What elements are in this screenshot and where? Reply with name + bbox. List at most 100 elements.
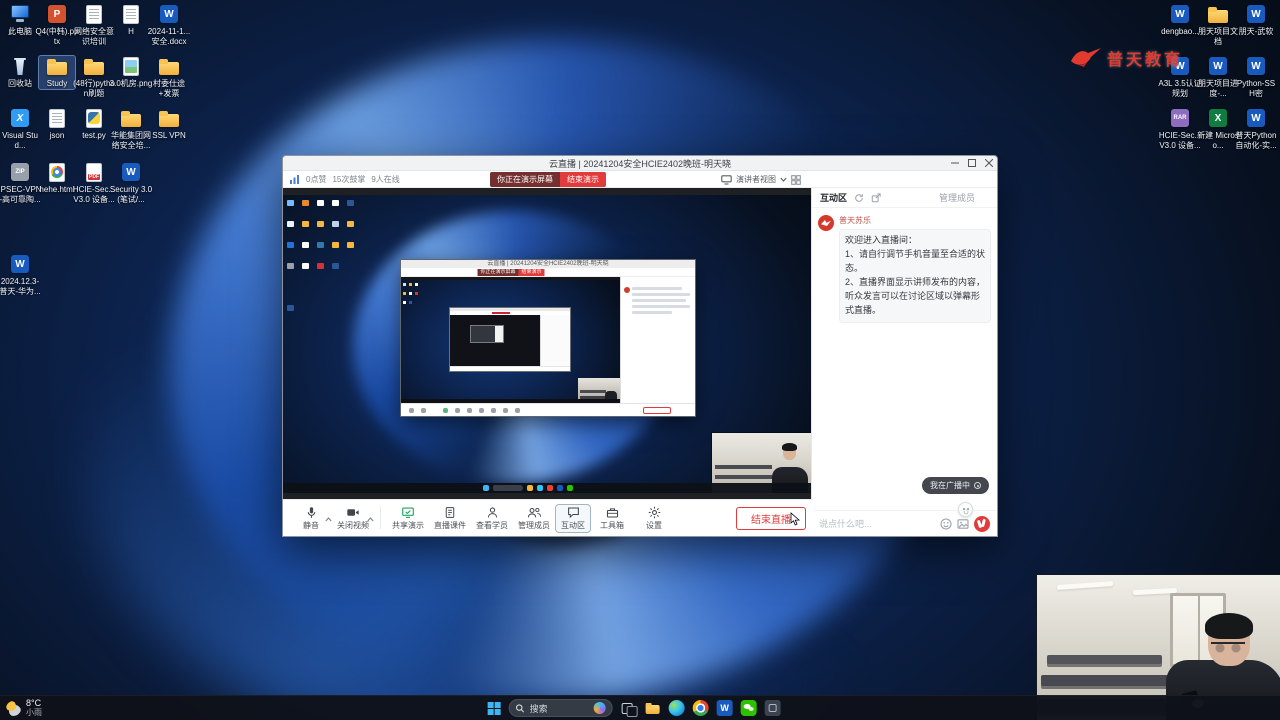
desktop-icon-hcie-pdf[interactable]: HCIE-Sec... V3.0 设备... [73, 162, 115, 204]
wechat-app-button[interactable] [740, 700, 757, 716]
decoration [632, 293, 690, 296]
desktop-icon-invoice-folder[interactable]: 村委仕途+发票 [151, 56, 187, 98]
task-view-button[interactable] [621, 700, 638, 717]
applause-button[interactable] [974, 515, 990, 532]
desktop-icon-security-training[interactable]: 网络安全意识培训 [74, 4, 114, 46]
popout-icon[interactable] [871, 192, 881, 203]
camera-icon [347, 508, 359, 516]
desktop-icon-ssl-vpn[interactable]: SSL VPN [151, 108, 187, 141]
text-file-icon [119, 4, 143, 25]
interaction-label: 互动区 [561, 520, 585, 530]
desktop-icon-html[interactable]: hehe.html [39, 162, 75, 195]
pinned-app-button[interactable] [764, 700, 781, 716]
desktop-icon-ipsec-zip[interactable]: IPSEC-VPN-高可靠陶... [0, 162, 42, 204]
settings-label: 设置 [646, 520, 662, 530]
view-students-button[interactable]: 查看学员 [471, 506, 513, 531]
icon-label: Security 3.0 (笔试/... [109, 185, 153, 204]
search-highlights-icon [593, 702, 606, 714]
minimize-button[interactable] [946, 156, 963, 171]
nested-presenting-banner: 你正在演示屏幕 结束演示 [477, 269, 545, 276]
view-mode-selector[interactable]: 演讲者视图 [721, 171, 801, 188]
html-file-icon [45, 162, 69, 183]
layout-grid-icon[interactable] [791, 174, 801, 185]
mute-button[interactable]: 静音 [290, 506, 332, 531]
folder-icon [45, 56, 69, 77]
desktop-icon-png[interactable]: 3.0机房.png [110, 56, 152, 89]
icon-label: 2024.12.3-普天-华为... [0, 277, 41, 296]
chat-input-placeholder[interactable]: 说点什么吧... [819, 517, 935, 530]
chat-input-bar[interactable]: 说点什么吧... [812, 510, 997, 536]
word-file-icon [157, 4, 181, 25]
file-explorer-button[interactable] [645, 700, 661, 716]
decoration [470, 325, 504, 343]
desktop-icon-new-excel[interactable]: 新建 Microso... [1197, 108, 1239, 150]
desktop-icon-recycle-bin[interactable]: 回收站 [2, 56, 38, 89]
desktop-icon-this-pc[interactable]: 此电脑 [2, 4, 38, 37]
taskbar-search[interactable]: 搜索 [508, 699, 613, 717]
desktop-icon-wuruan[interactable]: 朋天-武软 [1238, 4, 1274, 37]
chevron-up-icon[interactable] [367, 509, 374, 527]
pdf-file-icon [82, 162, 106, 183]
nested-banner-text: 你正在演示屏幕 [477, 269, 519, 276]
smiley-icon[interactable] [940, 517, 952, 530]
refresh-icon[interactable] [854, 193, 864, 203]
decoration [450, 315, 570, 366]
desktop-icon-project-progress[interactable]: 朋天项目进度-... [1198, 56, 1238, 98]
desktop-icon-python-folder[interactable]: (48行)python刷题 [73, 56, 115, 98]
edge-browser-button[interactable] [668, 700, 685, 716]
tab-interaction[interactable]: 互动区 [820, 191, 847, 204]
maximize-button[interactable] [963, 156, 980, 171]
camera-off-button[interactable]: 关闭视频 [332, 506, 374, 531]
folder-icon [1206, 4, 1230, 25]
classroom-desk [1047, 655, 1162, 664]
chat-panel: 互动区 管理成员 普天苏乐 欢迎进入直播间： 1、请自行调节手机音量至合适的状态… [811, 188, 997, 536]
desktop-icon-hcie-rar[interactable]: HCIE-Sec... V3.0 设备... [1159, 108, 1201, 150]
chat-message-content: 普天苏乐 欢迎进入直播间： 1、请自行调节手机音量至合适的状态。 2、直播界面显… [839, 215, 991, 323]
folder-icon [119, 108, 143, 129]
desktop-icon-pptx[interactable]: Q4(中韩).pptx [35, 4, 79, 46]
desktop-icon-project-docs[interactable]: 朋天项目文档 [1198, 4, 1238, 46]
desktop-icon-test-py[interactable]: test.py [76, 108, 112, 141]
word-app-button[interactable]: W [716, 700, 733, 716]
desktop-icon-h[interactable]: H [113, 4, 149, 37]
share-presentation-button[interactable]: 共享演示 [387, 506, 429, 531]
start-button[interactable] [487, 701, 501, 715]
word-file-icon [1244, 56, 1268, 77]
close-button[interactable] [980, 156, 997, 171]
desktop-icon-json[interactable]: json [39, 108, 75, 141]
nested-window-title: 云直播 | 20241204安全HCIE2402晚班-明天晓 [401, 260, 695, 268]
desktop-icon-study-folder[interactable]: Study [38, 55, 76, 90]
desktop-icon-python-ssh[interactable]: Python-SSH密 [1237, 56, 1275, 98]
courseware-label: 直播课件 [434, 520, 466, 530]
tab-manage-members[interactable]: 管理成员 [939, 191, 975, 204]
shared-screen-preview: 云直播 | 20241204安全HCIE2402晚班-明天晓 你正在演示屏幕 结… [283, 195, 813, 493]
desktop-icon-word-doc[interactable]: 2024.12.3-普天-华为... [0, 254, 41, 296]
chevron-up-icon[interactable] [325, 509, 332, 527]
toolbox-button[interactable]: 工具箱 [591, 506, 633, 531]
desktop-icon-python-auto[interactable]: 普天Python自动化-实... [1235, 108, 1277, 150]
nested-banner-button: 结束演示 [518, 269, 545, 276]
desktop-icon-security-doc[interactable]: Security 3.0 (笔试/... [110, 162, 152, 204]
window-controls [946, 156, 997, 171]
screen-share-area: 云直播 | 20241204安全HCIE2402晚班-明天晓 你正在演示屏幕 结… [283, 188, 813, 501]
desktop-icon-huaneng-folder[interactable]: 华能集团网络安全培... [111, 108, 151, 150]
desktop-icon-2024-docx[interactable]: 2024-11-1...安全.docx [148, 4, 190, 46]
nested-desktop-icons [287, 200, 294, 206]
end-presenting-button[interactable]: 结束演示 [560, 172, 606, 187]
image-upload-icon[interactable] [957, 518, 969, 530]
desktop-icon-vscode[interactable]: Visual Stud... [2, 108, 38, 150]
interaction-zone-button[interactable]: 互动区 [555, 503, 591, 533]
chrome-browser-button[interactable] [692, 700, 709, 716]
desktop-icon-dengbao[interactable]: dengbao... [1161, 4, 1199, 37]
window-title: 云直播 | 20241204安全HCIE2402晚班-明天晓 [549, 158, 731, 169]
decoration [632, 305, 690, 308]
recycle-bin-icon [8, 56, 32, 77]
window-titlebar[interactable]: 云直播 | 20241204安全HCIE2402晚班-明天晓 [283, 156, 997, 171]
manage-members-button[interactable]: 管理成员 [513, 506, 555, 531]
taskbar-weather-widget[interactable]: 8°C 小雨 [6, 696, 42, 720]
courseware-button[interactable]: 直播课件 [429, 506, 471, 531]
chevron-down-icon [780, 177, 787, 182]
icon-label: 村委仕途+发票 [153, 79, 185, 98]
settings-button[interactable]: 设置 [633, 506, 675, 531]
folder-icon [82, 56, 106, 77]
